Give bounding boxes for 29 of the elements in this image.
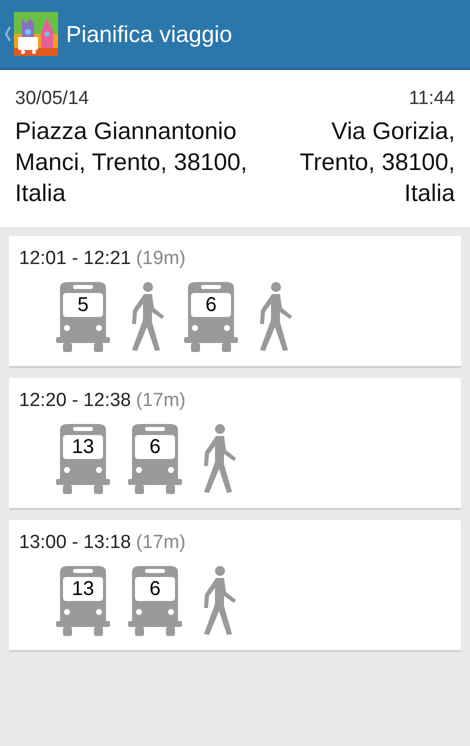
bus-icon <box>182 282 240 352</box>
bus-icon <box>126 424 184 494</box>
screen-title: Pianifica viaggio <box>66 20 232 48</box>
trip-duration: (17m) <box>136 532 186 554</box>
bus-icon <box>54 566 112 636</box>
trip-time: 11:44 <box>408 88 455 110</box>
bus-line-number: 6 <box>148 578 162 601</box>
trip-duration: (19m) <box>136 248 186 270</box>
origin-address: Piazza Giannantonio Manci, Trento, 38100, Italia <box>15 117 248 209</box>
bus-icon <box>54 424 112 494</box>
app-home-button[interactable] <box>4 12 58 56</box>
trip-duration: (17m) <box>136 390 186 412</box>
itinerary-card[interactable]: 12:01 - 12:21 (19m) 5 6 <box>9 236 461 368</box>
bus-line-number: 13 <box>70 436 96 459</box>
back-chevron-icon <box>4 25 12 43</box>
destination-address: Via Gorizia, Trento, 38100, Italia <box>298 117 455 209</box>
itinerary-card[interactable]: 13:00 - 13:18 (17m) 13 6 <box>9 520 461 652</box>
bus-line-number: 6 <box>204 294 218 317</box>
trip-date: 30/05/14 <box>15 88 89 110</box>
time-range: 13:00 - 13:18 <box>19 532 131 554</box>
time-range: 12:20 - 12:38 <box>19 390 131 412</box>
bus-icon <box>54 282 112 352</box>
bus-line-number: 13 <box>70 578 96 601</box>
bus-line-number: 5 <box>76 294 90 317</box>
time-range: 12:01 - 12:21 <box>19 248 131 270</box>
itinerary-card[interactable]: 12:20 - 12:38 (17m) 13 6 <box>9 378 461 510</box>
bus-line-number: 6 <box>148 436 162 459</box>
app-logo-icon <box>14 12 58 56</box>
bus-icon <box>126 566 184 636</box>
